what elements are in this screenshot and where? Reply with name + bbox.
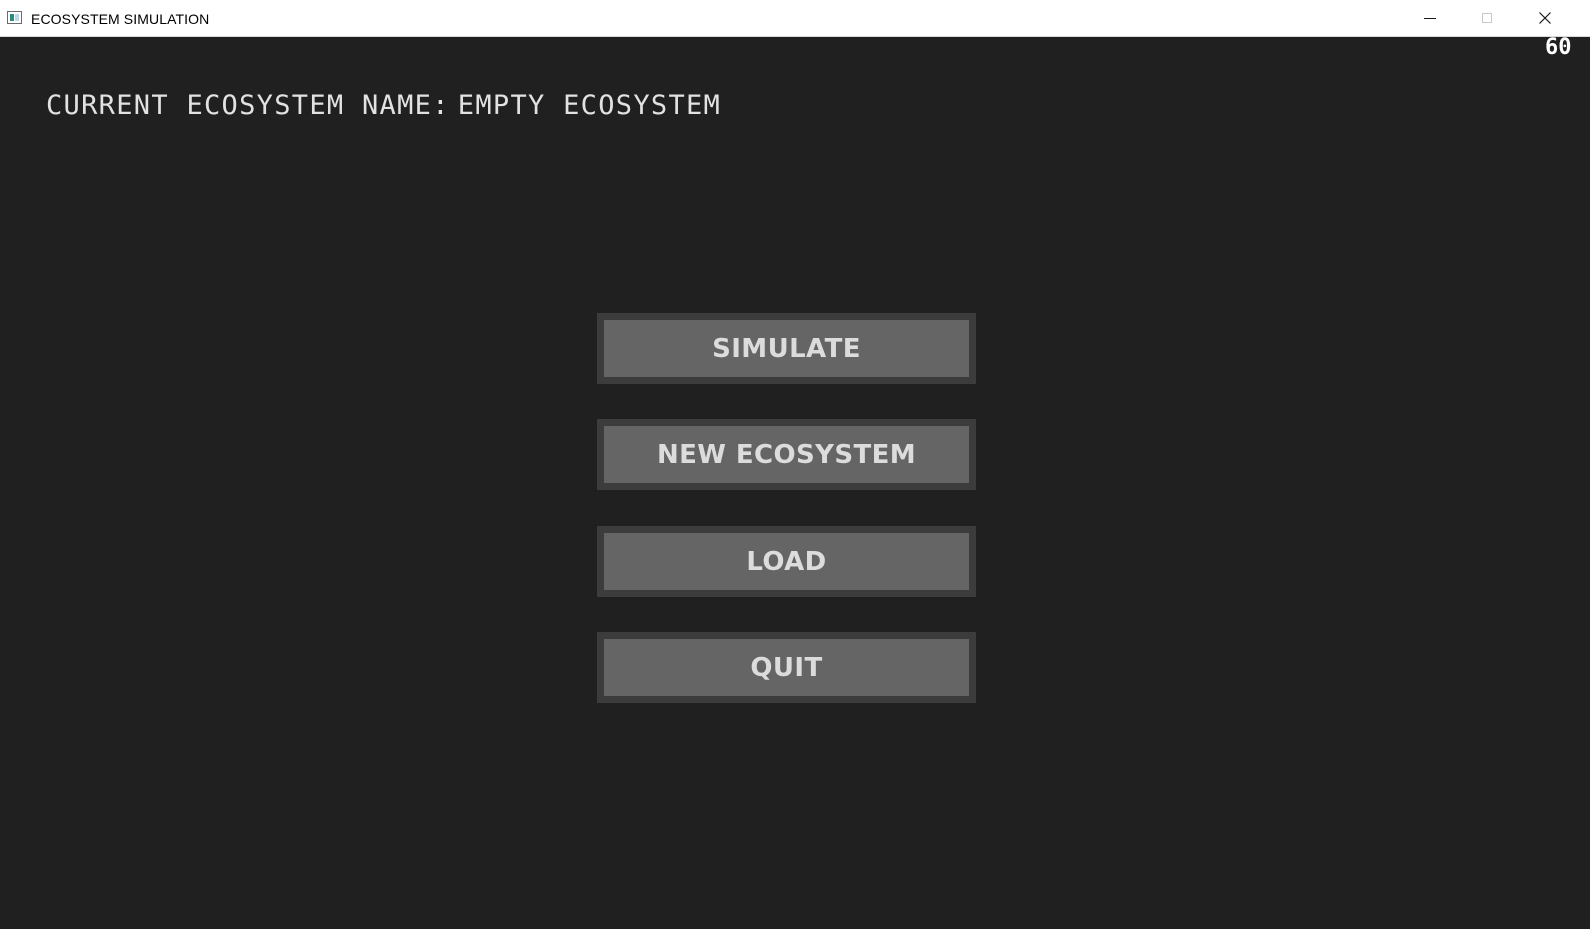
simulate-button-label: SIMULATE <box>712 333 861 364</box>
current-ecosystem-heading: CURRENT ECOSYSTEM NAME: EMPTY ECOSYSTEM <box>46 90 721 121</box>
fps-counter: 60 <box>1545 35 1572 60</box>
window-title: ECOSYSTEM SIMULATION <box>31 11 210 27</box>
quit-button-label: QUIT <box>750 652 823 683</box>
new-ecosystem-button[interactable]: NEW ECOSYSTEM <box>597 419 976 490</box>
quit-button[interactable]: QUIT <box>597 632 976 703</box>
quit-button-face[interactable]: QUIT <box>604 639 969 696</box>
minimize-icon <box>1424 18 1436 19</box>
new-ecosystem-button-label: NEW ECOSYSTEM <box>656 439 917 470</box>
load-button-face[interactable]: LOAD <box>604 533 969 590</box>
maximize-icon <box>1482 13 1492 23</box>
minimize-button[interactable] <box>1407 0 1453 36</box>
load-button[interactable]: LOAD <box>597 526 976 597</box>
simulate-button[interactable]: SIMULATE <box>597 313 976 384</box>
app-window: ECOSYSTEM SIMULATION 60 CURRENT ECOSYSTE… <box>0 0 1590 929</box>
title-bar[interactable]: ECOSYSTEM SIMULATION <box>0 0 1590 37</box>
close-icon <box>1539 12 1551 24</box>
simulate-button-face[interactable]: SIMULATE <box>604 320 969 377</box>
new-ecosystem-button-face[interactable]: NEW ECOSYSTEM <box>604 426 969 483</box>
load-button-label: LOAD <box>746 546 827 577</box>
ecosystem-name-value: EMPTY ECOSYSTEM <box>457 90 722 121</box>
maximize-button[interactable] <box>1464 0 1510 36</box>
app-window-icon <box>7 11 22 24</box>
close-button[interactable] <box>1522 0 1568 36</box>
ecosystem-name-label: CURRENT ECOSYSTEM NAME: <box>46 90 450 121</box>
